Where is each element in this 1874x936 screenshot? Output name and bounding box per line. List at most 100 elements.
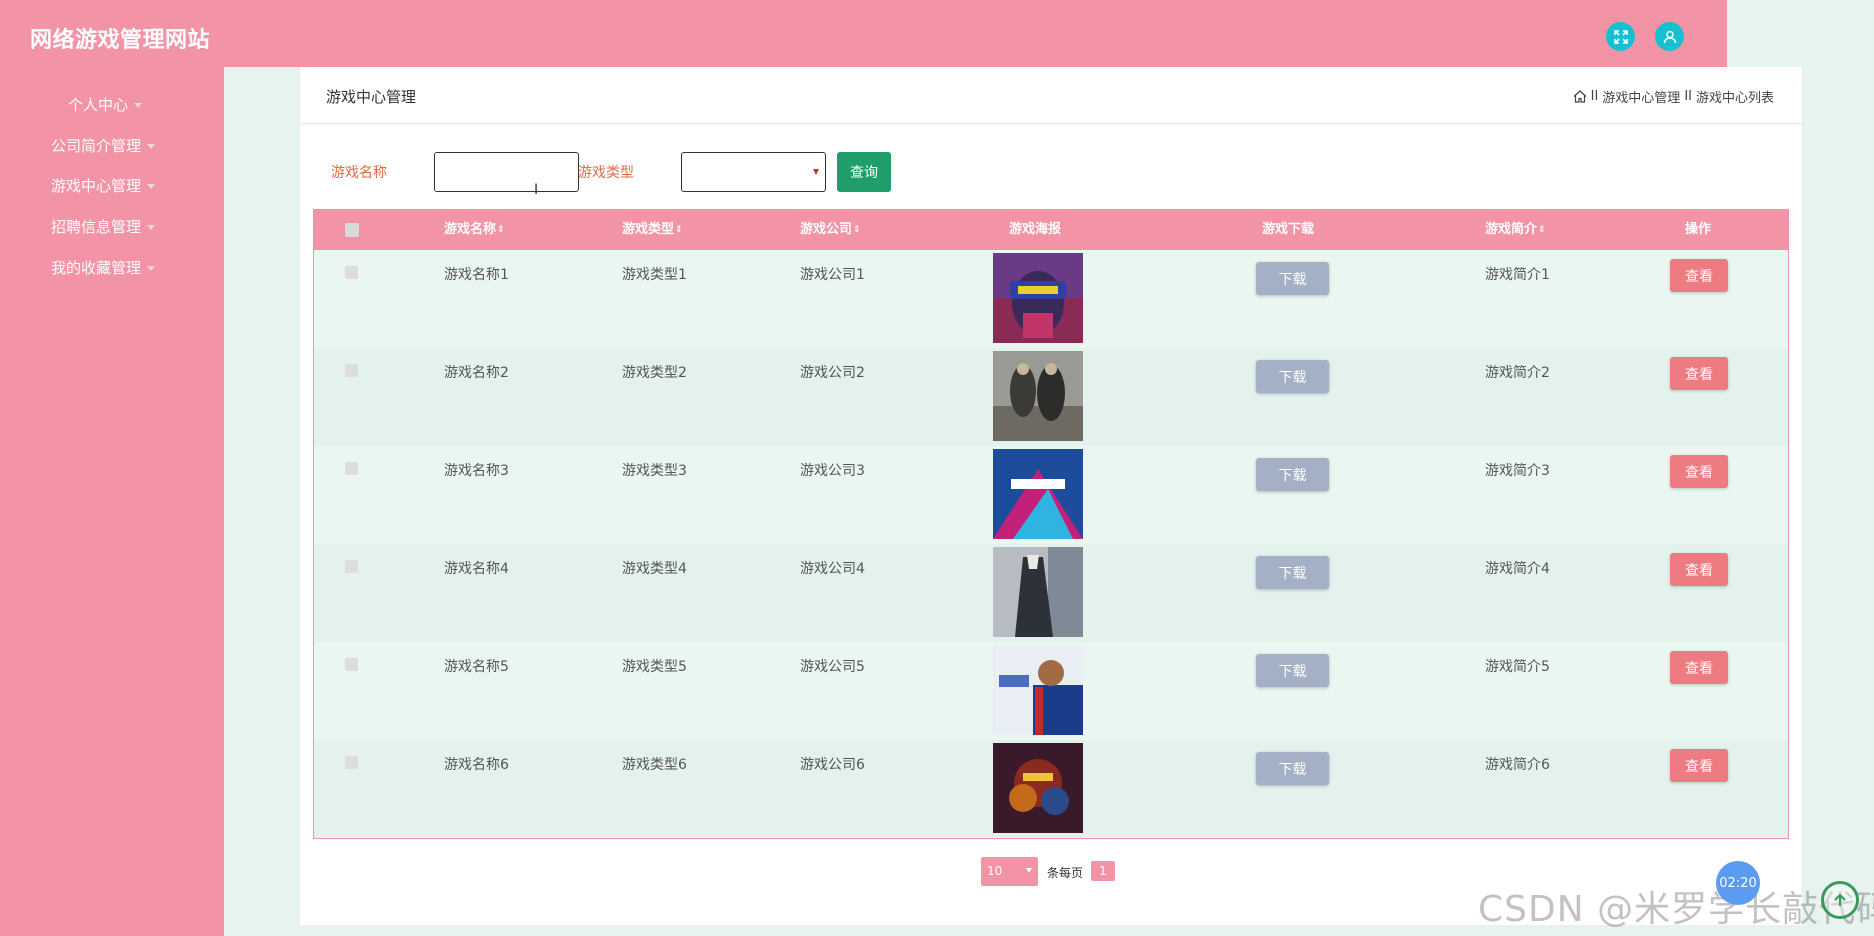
watermark-text: CSDN @米罗学长敲代码 [1478, 889, 1874, 930]
breadcrumb-separator: II [1590, 89, 1599, 104]
query-button[interactable]: 查询 [837, 152, 891, 192]
breadcrumb-item-game-center[interactable]: 游戏中心管理 [1602, 87, 1680, 106]
row-checkbox[interactable] [345, 462, 358, 475]
cell-game-intro: 游戏简介6 [1485, 757, 1550, 773]
sidebar-item-personal-center[interactable]: 个人中心 [68, 88, 143, 122]
cell-game-name: 游戏名称4 [444, 561, 509, 577]
download-button[interactable]: 下载 [1256, 752, 1329, 785]
column-header-label: 游戏简介 [1485, 222, 1538, 237]
game-name-label: 游戏名称 [331, 165, 387, 181]
sort-icon: ⇕ [853, 225, 861, 235]
cell-game-company: 游戏公司4 [800, 561, 865, 577]
sort-icon: ⇕ [1538, 225, 1546, 235]
column-header-label: 游戏类型 [622, 222, 675, 237]
table-row: 游戏名称1 游戏类型1 游戏公司1 下载 游戏简介1 查看 [314, 250, 1788, 348]
cell-game-company: 游戏公司6 [800, 757, 865, 773]
column-header-poster: 游戏海报 [1009, 222, 1062, 237]
cell-game-name: 游戏名称2 [444, 365, 509, 381]
caret-down-icon [147, 225, 156, 230]
page-number-button[interactable]: 1 [1091, 861, 1115, 881]
breadcrumb-separator: II [1684, 89, 1692, 104]
caret-down-icon [147, 266, 156, 271]
sidebar-item-label: 游戏中心管理 [51, 177, 142, 195]
view-button[interactable]: 查看 [1670, 749, 1728, 782]
game-poster-image[interactable] [993, 645, 1083, 735]
download-button[interactable]: 下载 [1256, 262, 1329, 295]
view-button[interactable]: 查看 [1670, 259, 1728, 292]
row-checkbox[interactable] [345, 560, 358, 573]
game-poster-image[interactable] [993, 253, 1083, 343]
sidebar-item-label: 个人中心 [68, 96, 129, 114]
chevron-down-icon [1026, 868, 1032, 873]
download-button[interactable]: 下载 [1256, 654, 1329, 687]
view-button[interactable]: 查看 [1670, 553, 1728, 586]
table-header: 游戏名称⇕ 游戏类型⇕ 游戏公司⇕ 游戏海报 游戏下载 游戏简介⇕ 操作 [314, 210, 1788, 250]
cell-game-name: 游戏名称5 [444, 659, 509, 675]
home-icon[interactable] [1573, 90, 1587, 103]
game-poster-image[interactable] [993, 547, 1083, 637]
cell-game-name: 游戏名称3 [444, 463, 509, 479]
user-icon [1663, 30, 1676, 43]
row-checkbox[interactable] [345, 658, 358, 671]
sort-icon: ⇕ [497, 225, 505, 235]
app-title: 网络游戏管理网站 [30, 28, 211, 53]
sort-icon: ⇕ [675, 225, 683, 235]
cell-game-type: 游戏类型5 [622, 659, 687, 675]
game-table: 游戏名称⇕ 游戏类型⇕ 游戏公司⇕ 游戏海报 游戏下载 游戏简介⇕ 操作 游戏名… [313, 209, 1789, 839]
column-header-name[interactable]: 游戏名称⇕ [444, 210, 505, 250]
table-row: 游戏名称3 游戏类型3 游戏公司3 下载 游戏简介3 查看 [314, 446, 1788, 544]
game-name-input[interactable] [434, 152, 579, 192]
select-arrow-icon [813, 169, 819, 175]
column-header-type[interactable]: 游戏类型⇕ [622, 210, 683, 250]
sidebar-item-recruitment[interactable]: 招聘信息管理 [51, 210, 156, 244]
cell-game-name: 游戏名称6 [444, 757, 509, 773]
download-button[interactable]: 下载 [1256, 458, 1329, 491]
view-button[interactable]: 查看 [1670, 651, 1728, 684]
breadcrumb: II 游戏中心管理 II 游戏中心列表 [1573, 87, 1774, 106]
table-row: 游戏名称4 游戏类型4 游戏公司4 下载 游戏简介4 查看 [314, 544, 1788, 642]
page-size-select[interactable]: 10 [981, 857, 1038, 886]
cell-game-type: 游戏类型3 [622, 463, 687, 479]
user-button[interactable] [1655, 22, 1684, 51]
sidebar-item-game-center[interactable]: 游戏中心管理 [51, 169, 156, 203]
top-header: 网络游戏管理网站 [0, 0, 1727, 67]
view-button[interactable]: 查看 [1670, 455, 1728, 488]
row-checkbox[interactable] [345, 364, 358, 377]
game-poster-image[interactable] [993, 351, 1083, 441]
column-header-company[interactable]: 游戏公司⇕ [800, 210, 861, 250]
fullscreen-button[interactable] [1606, 22, 1635, 51]
cell-game-company: 游戏公司1 [800, 267, 865, 283]
table-row: 游戏名称5 游戏类型5 游戏公司5 下载 游戏简介5 查看 [314, 642, 1788, 740]
cell-game-company: 游戏公司3 [800, 463, 865, 479]
cell-game-intro: 游戏简介1 [1485, 267, 1550, 283]
caret-down-icon [147, 144, 156, 149]
select-all-checkbox[interactable] [345, 223, 359, 237]
sidebar-item-company-intro[interactable]: 公司简介管理 [51, 129, 156, 163]
caret-down-icon [134, 103, 143, 108]
sidebar-item-label: 公司简介管理 [51, 137, 142, 155]
sidebar-item-label: 招聘信息管理 [51, 218, 142, 236]
cell-game-intro: 游戏简介4 [1485, 561, 1550, 577]
cell-game-type: 游戏类型4 [622, 561, 687, 577]
arrow-up-icon [1834, 893, 1846, 906]
caret-down-icon [147, 184, 156, 189]
download-button[interactable]: 下载 [1256, 360, 1329, 393]
scroll-to-top-button[interactable] [1821, 881, 1859, 919]
view-button[interactable]: 查看 [1670, 357, 1728, 390]
game-poster-image[interactable] [993, 449, 1083, 539]
column-header-download: 游戏下载 [1262, 222, 1315, 237]
sidebar: 个人中心 公司简介管理 游戏中心管理 招聘信息管理 我的收藏管理 [0, 67, 224, 936]
column-header-intro[interactable]: 游戏简介⇕ [1485, 210, 1546, 250]
game-type-select[interactable] [681, 152, 826, 192]
cell-game-name: 游戏名称1 [444, 267, 509, 283]
sidebar-item-label: 我的收藏管理 [51, 259, 142, 277]
cell-game-intro: 游戏简介5 [1485, 659, 1550, 675]
row-checkbox[interactable] [345, 266, 358, 279]
game-poster-image[interactable] [993, 743, 1083, 833]
sidebar-item-favorites[interactable]: 我的收藏管理 [51, 251, 156, 285]
panel-header: 游戏中心管理 II 游戏中心管理 II 游戏中心列表 [300, 67, 1802, 124]
cell-game-intro: 游戏简介2 [1485, 365, 1550, 381]
row-checkbox[interactable] [345, 756, 358, 769]
download-button[interactable]: 下载 [1256, 556, 1329, 589]
column-header-actions: 操作 [1685, 222, 1712, 237]
